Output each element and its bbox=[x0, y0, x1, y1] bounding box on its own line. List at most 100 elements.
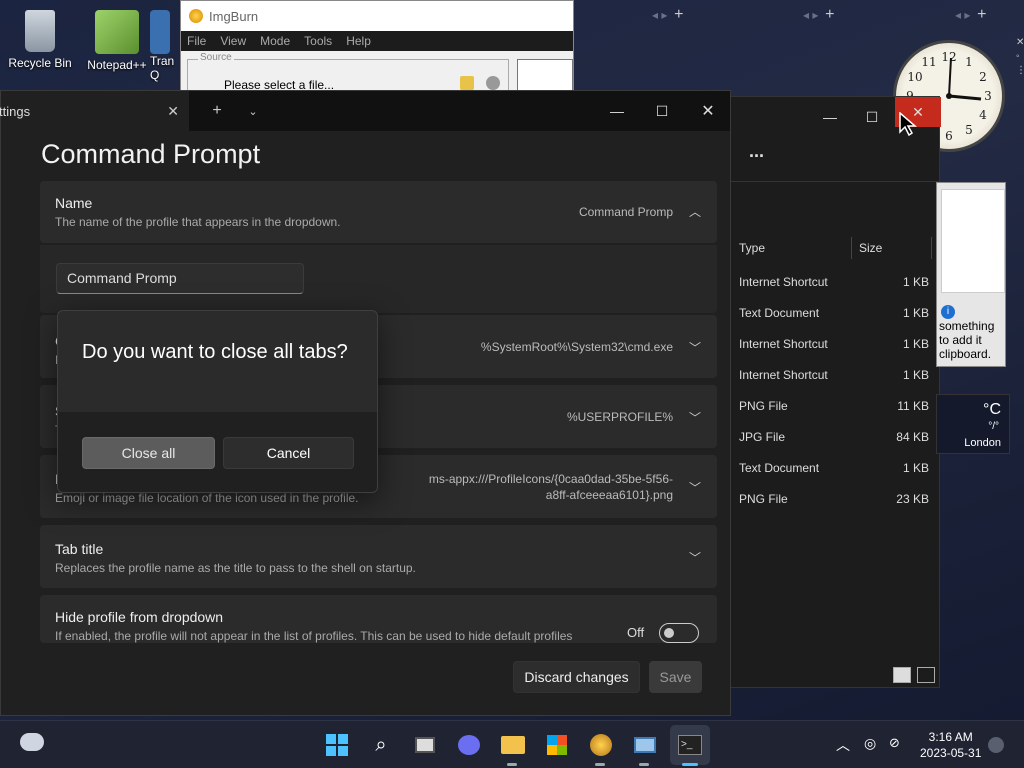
start-icon[interactable] bbox=[323, 731, 351, 759]
tray-time: 3:16 AM bbox=[928, 730, 973, 744]
tiles-view-icon[interactable] bbox=[917, 667, 935, 683]
details-view-icon[interactable] bbox=[893, 667, 911, 683]
show-hidden-icons-icon[interactable]: ︿ bbox=[836, 735, 850, 755]
recycle-bin-icon bbox=[25, 10, 55, 52]
minimize-icon[interactable]: — bbox=[807, 97, 853, 137]
setting-description: Emoji or image file location of the icon… bbox=[55, 491, 359, 505]
language-globe-icon[interactable]: ◎ bbox=[864, 735, 876, 752]
clipboard-thumbnail bbox=[941, 189, 1005, 293]
column-size[interactable]: Size bbox=[859, 241, 882, 255]
tab-settings-label: ttings bbox=[0, 103, 31, 119]
desktop-icon-recycle-bin[interactable]: Recycle Bin bbox=[0, 10, 80, 70]
name-input[interactable]: Command Promp bbox=[56, 263, 304, 294]
imgburn-title: ImgBurn bbox=[209, 8, 259, 24]
column-headers: Type Size bbox=[731, 237, 941, 259]
close-tabs-dialog: Do you want to close all tabs? Close all… bbox=[57, 310, 378, 493]
widget-controls[interactable]: ✕ ◦ ⋮ bbox=[1016, 36, 1024, 78]
dialog-footer: Close all Cancel bbox=[58, 412, 377, 492]
dialog-question: Do you want to close all tabs? bbox=[82, 341, 348, 363]
weather-range: °/° bbox=[988, 421, 999, 432]
tab-close-icon[interactable]: ✕ bbox=[167, 103, 179, 120]
setting-value: Command Promp bbox=[578, 205, 673, 219]
weather-widget[interactable]: °C °/° London bbox=[936, 394, 1010, 454]
terminal-taskbar-icon[interactable]: >_ bbox=[670, 725, 710, 765]
menu-help[interactable]: Help bbox=[346, 34, 371, 48]
search-icon[interactable]: ⌕ bbox=[367, 731, 395, 759]
tab-scroll-controls-1[interactable]: ◂ ▸ + bbox=[652, 6, 683, 24]
chevron-down-icon[interactable]: ⌄ bbox=[235, 91, 271, 131]
tab-scroll-controls-2[interactable]: ◂ ▸ + bbox=[803, 6, 834, 24]
setting-description: Replaces the profile name as the title t… bbox=[55, 561, 416, 575]
list-item[interactable]: Text Document 1 KB bbox=[739, 461, 929, 475]
discard-changes-button[interactable]: Discard changes bbox=[513, 661, 640, 693]
notification-icon[interactable] bbox=[988, 737, 1004, 753]
clipboard-text: something to add it clipboard. bbox=[939, 319, 995, 361]
column-type[interactable]: Type bbox=[739, 241, 765, 255]
cancel-button[interactable]: Cancel bbox=[223, 437, 354, 469]
close-all-button[interactable]: Close all bbox=[82, 437, 215, 469]
explorer-window[interactable]: — ☐ ✕ ... Type Size Internet Shortcut 1 K… bbox=[730, 96, 941, 688]
svg-text:10: 10 bbox=[907, 70, 922, 84]
clipboard-preview-widget[interactable]: i something to add it clipboard. bbox=[936, 182, 1006, 367]
desktop-icon-notepadpp[interactable]: Notepad++ bbox=[77, 10, 157, 72]
file-explorer-icon[interactable] bbox=[499, 731, 527, 759]
store-icon[interactable] bbox=[543, 731, 571, 759]
setting-description: The name of the profile that appears in … bbox=[55, 215, 341, 229]
imgburn-window[interactable]: ImgBurn File View Mode Tools Help Source… bbox=[180, 0, 574, 95]
network-volume-icon[interactable]: ⊘ bbox=[889, 735, 900, 751]
svg-text:1: 1 bbox=[965, 55, 973, 69]
menu-file[interactable]: File bbox=[187, 34, 206, 48]
notepadpp-icon bbox=[95, 10, 139, 54]
remote-desktop-icon[interactable] bbox=[631, 731, 659, 759]
browse-file-icon[interactable] bbox=[460, 76, 474, 90]
imgburn-titlebar: ImgBurn bbox=[181, 1, 573, 31]
chevron-up-icon[interactable]: ︿ bbox=[689, 203, 701, 220]
clock-tray[interactable]: 3:16 AM 2023-05-31 bbox=[920, 729, 981, 761]
list-item[interactable]: Internet Shortcut 1 KB bbox=[739, 368, 929, 382]
imgburn-taskbar-icon[interactable] bbox=[587, 731, 615, 759]
chat-icon[interactable] bbox=[455, 731, 483, 759]
weather-temp: °C bbox=[983, 401, 1001, 418]
list-item[interactable]: Internet Shortcut 1 KB bbox=[739, 337, 929, 351]
svg-text:12: 12 bbox=[941, 50, 956, 64]
desktop-icon-label: Tran Q bbox=[150, 54, 175, 82]
tray-date: 2023-05-31 bbox=[920, 746, 982, 760]
maximize-icon[interactable]: ☐ bbox=[849, 97, 895, 137]
list-item[interactable]: PNG File 23 KB bbox=[739, 492, 929, 506]
menu-tools[interactable]: Tools bbox=[304, 34, 332, 48]
menu-mode[interactable]: Mode bbox=[260, 34, 290, 48]
setting-label: Name bbox=[55, 195, 93, 211]
weather-icon[interactable] bbox=[20, 733, 44, 751]
hide-profile-toggle[interactable] bbox=[659, 623, 699, 643]
info-icon: i bbox=[941, 305, 955, 319]
chevron-down-icon[interactable]: ﹀ bbox=[689, 549, 701, 566]
save-button[interactable]: Save bbox=[649, 661, 702, 693]
minimize-icon[interactable]: — bbox=[594, 91, 640, 131]
chevron-down-icon[interactable]: ﹀ bbox=[689, 479, 701, 496]
chevron-down-icon[interactable]: ﹀ bbox=[689, 409, 701, 426]
tab-scroll-controls-3[interactable]: ◂ ▸ + bbox=[955, 6, 986, 24]
chevron-down-icon[interactable]: ﹀ bbox=[689, 339, 701, 356]
close-icon[interactable]: ✕ bbox=[685, 91, 731, 131]
svg-text:3: 3 bbox=[984, 89, 992, 103]
page-title: Command Prompt bbox=[41, 139, 261, 169]
svg-text:6: 6 bbox=[945, 129, 953, 143]
source-group: Source Please select a file... bbox=[187, 52, 509, 93]
list-item[interactable]: Internet Shortcut 1 KB bbox=[739, 275, 929, 289]
setting-hide-profile[interactable]: Hide profile from dropdown If enabled, t… bbox=[40, 595, 717, 643]
task-view-icon[interactable] bbox=[411, 731, 439, 759]
setting-name[interactable]: Name The name of the profile that appear… bbox=[40, 181, 717, 243]
search-file-icon[interactable] bbox=[486, 76, 500, 90]
tab-settings[interactable]: ttings ✕ bbox=[0, 91, 189, 131]
maximize-icon[interactable]: ☐ bbox=[639, 91, 685, 131]
setting-value: %SystemRoot%\System32\cmd.exe bbox=[480, 340, 673, 354]
toggle-state-label: Off bbox=[627, 625, 645, 640]
menu-view[interactable]: View bbox=[220, 34, 246, 48]
list-item[interactable]: JPG File 84 KB bbox=[739, 430, 929, 444]
list-item[interactable]: PNG File 11 KB bbox=[739, 399, 929, 413]
new-tab-icon[interactable]: + bbox=[199, 91, 235, 131]
more-options-button[interactable]: ... bbox=[749, 141, 764, 162]
desktop-icon-partial[interactable]: Tran Q bbox=[150, 10, 180, 82]
setting-tab-title[interactable]: Tab title Replaces the profile name as t… bbox=[40, 525, 717, 588]
list-item[interactable]: Text Document 1 KB bbox=[739, 306, 929, 320]
